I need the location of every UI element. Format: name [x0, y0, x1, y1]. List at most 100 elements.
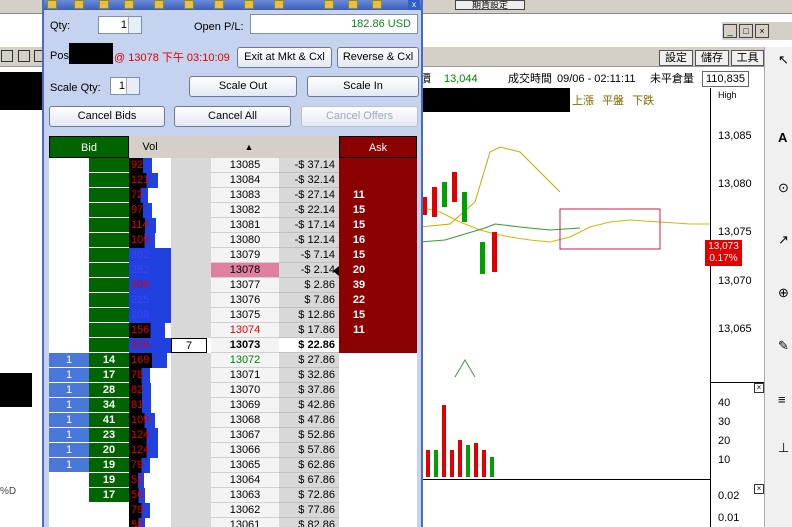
- ask-qty-cell[interactable]: [379, 218, 417, 233]
- reverse-button[interactable]: Reverse & Cxl: [337, 47, 419, 68]
- ask-size-cell[interactable]: [339, 383, 379, 398]
- ladder-row[interactable]: 1 14 169 13072 $ 27.86: [49, 353, 417, 368]
- ask-qty-cell[interactable]: [379, 488, 417, 503]
- toolbar-icon-11[interactable]: [348, 0, 358, 9]
- order-cell[interactable]: [171, 233, 211, 248]
- window-close-icon[interactable]: x: [408, 0, 420, 10]
- bid-size-cell[interactable]: 17: [89, 488, 129, 503]
- ladder-row[interactable]: 156 13074 $ 17.86 11: [49, 323, 417, 338]
- order-cell[interactable]: [171, 488, 211, 503]
- ladder-row[interactable]: 1 23 124 13067 $ 52.86: [49, 428, 417, 443]
- ladder-row[interactable]: 225 13076 $ 7.86 22: [49, 293, 417, 308]
- order-cell[interactable]: [171, 203, 211, 218]
- settings-button[interactable]: 設定: [659, 50, 693, 66]
- order-cell[interactable]: [171, 158, 211, 173]
- ladder-row[interactable]: 97 13082 -$ 22.14 15: [49, 203, 417, 218]
- line-tool-icon[interactable]: ↗: [778, 232, 789, 248]
- ask-qty-cell[interactable]: [379, 473, 417, 488]
- ladder-row[interactable]: 252 13078 -$ 2.14 20: [49, 263, 417, 278]
- ask-qty-cell[interactable]: [379, 398, 417, 413]
- circle-tool-icon[interactable]: ⊙: [778, 180, 789, 196]
- scale-qty-stepper[interactable]: 1: [110, 77, 140, 95]
- bid-size-cell[interactable]: 41: [89, 413, 129, 428]
- toolbar-icon-3[interactable]: [99, 0, 109, 9]
- bid-qty-cell[interactable]: [49, 293, 89, 308]
- ladder-row[interactable]: 58 13061 $ 82.86: [49, 518, 417, 527]
- bid-size-cell[interactable]: [89, 263, 129, 278]
- ladder-row[interactable]: 109 13080 -$ 12.14 16: [49, 233, 417, 248]
- bid-size-cell[interactable]: 14: [89, 353, 129, 368]
- bid-qty-cell[interactable]: [49, 158, 89, 173]
- bid-size-cell[interactable]: [89, 158, 129, 173]
- bid-qty-cell[interactable]: [49, 233, 89, 248]
- minimize-button[interactable]: _: [723, 24, 737, 38]
- ladder-row[interactable]: 1 41 109 13068 $ 47.86: [49, 413, 417, 428]
- ask-qty-cell[interactable]: [379, 518, 417, 527]
- bid-qty-cell[interactable]: [49, 263, 89, 278]
- ladder-row[interactable]: 121 13084 -$ 32.14: [49, 173, 417, 188]
- ask-size-cell[interactable]: 15: [339, 203, 379, 218]
- bid-qty-cell[interactable]: 1: [49, 353, 89, 368]
- order-cell[interactable]: [171, 218, 211, 233]
- ask-qty-cell[interactable]: [379, 383, 417, 398]
- close-pane-icon[interactable]: ×: [754, 484, 764, 494]
- bid-size-cell[interactable]: 19: [89, 473, 129, 488]
- bid-qty-cell[interactable]: 1: [49, 383, 89, 398]
- bid-size-cell[interactable]: 34: [89, 398, 129, 413]
- bid-size-cell[interactable]: [89, 218, 129, 233]
- layout-icon[interactable]: [18, 50, 30, 62]
- ladder-row[interactable]: 1 20 124 13066 $ 57.86: [49, 443, 417, 458]
- ask-size-cell[interactable]: [339, 353, 379, 368]
- ask-qty-cell[interactable]: [379, 413, 417, 428]
- cancel-bids-button[interactable]: Cancel Bids: [49, 106, 165, 127]
- ladder-row[interactable]: 114 13081 -$ 17.14 15: [49, 218, 417, 233]
- ask-qty-cell[interactable]: [379, 158, 417, 173]
- bid-size-cell[interactable]: [89, 308, 129, 323]
- bid-qty-cell[interactable]: [49, 203, 89, 218]
- ask-size-cell[interactable]: 15: [339, 308, 379, 323]
- ask-size-cell[interactable]: 11: [339, 323, 379, 338]
- order-cell[interactable]: [171, 353, 211, 368]
- order-cell[interactable]: [171, 413, 211, 428]
- bid-size-cell[interactable]: 23: [89, 428, 129, 443]
- bid-size-cell[interactable]: [89, 173, 129, 188]
- ask-qty-cell[interactable]: [379, 338, 417, 353]
- ladder-row[interactable]: 1 28 82 13070 $ 37.86: [49, 383, 417, 398]
- bid-qty-cell[interactable]: 1: [49, 458, 89, 473]
- toolbar-icon-5[interactable]: [154, 0, 164, 9]
- scale-out-button[interactable]: Scale Out: [189, 76, 297, 97]
- ask-size-cell[interactable]: 15: [339, 248, 379, 263]
- bid-qty-cell[interactable]: [49, 218, 89, 233]
- ask-size-cell[interactable]: [339, 503, 379, 518]
- qty-stepper[interactable]: 1: [98, 16, 142, 34]
- ladder-row[interactable]: 208 13075 $ 12.86 15: [49, 308, 417, 323]
- bid-size-cell[interactable]: [89, 203, 129, 218]
- ask-qty-cell[interactable]: [379, 293, 417, 308]
- pointer-tool-icon[interactable]: ↖: [778, 52, 789, 68]
- order-cell[interactable]: [171, 518, 211, 527]
- ask-size-cell[interactable]: 15: [339, 218, 379, 233]
- ask-column-header[interactable]: Ask: [339, 136, 417, 158]
- bid-size-cell[interactable]: [89, 188, 129, 203]
- order-cell[interactable]: [171, 428, 211, 443]
- bid-qty-cell[interactable]: [49, 278, 89, 293]
- toolbar-icon-6[interactable]: [184, 0, 194, 9]
- ask-qty-cell[interactable]: [379, 353, 417, 368]
- maximize-button[interactable]: □: [739, 24, 753, 38]
- bid-size-cell[interactable]: 20: [89, 443, 129, 458]
- order-cell[interactable]: [171, 398, 211, 413]
- ask-qty-cell[interactable]: [379, 458, 417, 473]
- sort-arrow-icon[interactable]: ▲: [229, 136, 269, 158]
- bid-column-header[interactable]: Bid: [49, 136, 129, 158]
- grid-icon[interactable]: [1, 50, 13, 62]
- ask-size-cell[interactable]: [339, 398, 379, 413]
- fib-tool-icon[interactable]: ≡: [778, 392, 786, 407]
- ask-size-cell[interactable]: 11: [339, 188, 379, 203]
- ask-qty-cell[interactable]: [379, 233, 417, 248]
- ladder-row[interactable]: 72 13083 -$ 27.14 11: [49, 188, 417, 203]
- ladder-row[interactable]: 92 13085 -$ 37.14: [49, 158, 417, 173]
- cancel-all-button[interactable]: Cancel All: [174, 106, 291, 127]
- ask-qty-cell[interactable]: [379, 368, 417, 383]
- ask-qty-cell[interactable]: [379, 248, 417, 263]
- bid-qty-cell[interactable]: 1: [49, 428, 89, 443]
